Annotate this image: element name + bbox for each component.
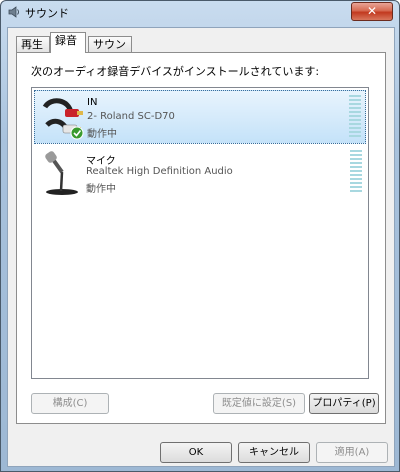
tab-sounds[interactable]: サウンド xyxy=(88,36,132,67)
title-bar[interactable]: サウンド ✕ xyxy=(1,1,399,23)
device-description: Realtek High Definition Audio xyxy=(86,166,233,177)
level-meter xyxy=(349,95,361,137)
microphone-icon xyxy=(45,151,78,195)
rca-cable-icon xyxy=(42,98,84,140)
device-name: IN xyxy=(87,97,98,108)
device-status: 動作中 xyxy=(87,129,117,140)
cancel-button[interactable]: キャンセル xyxy=(238,442,310,463)
device-item-in[interactable]: IN 2- Roland SC-D70 動作中 xyxy=(34,90,366,144)
device-name: マイク xyxy=(86,156,116,167)
device-item-microphone[interactable]: マイク Realtek High Definition Audio 動作中 xyxy=(34,146,366,200)
apply-button[interactable]: 適用(A) xyxy=(316,442,388,463)
panel-instruction: 次のオーディオ録音デバイスがインストールされています: xyxy=(31,65,320,78)
level-meter xyxy=(350,150,362,192)
speaker-icon xyxy=(8,6,19,18)
window-title: サウンド xyxy=(25,7,69,20)
configure-button[interactable]: 構成(C) xyxy=(31,393,109,414)
tab-recording[interactable]: 録音 xyxy=(50,32,86,53)
set-default-button[interactable]: 既定値に設定(S) xyxy=(213,393,305,414)
dialog-client: 再生 録音 サウンド 次のオーディオ録音デバイスがインストールされています: xyxy=(7,27,395,467)
ok-button[interactable]: OK xyxy=(160,442,232,463)
recording-panel: 次のオーディオ録音デバイスがインストールされています: IN 2- Roland… xyxy=(16,52,386,424)
close-button[interactable]: ✕ xyxy=(351,2,393,21)
device-status: 動作中 xyxy=(86,184,116,195)
sound-dialog: サウンド ✕ 再生 録音 サウンド 次のオーディオ録音デバイスがインストールされ… xyxy=(0,0,400,472)
close-icon: ✕ xyxy=(366,4,378,18)
device-list[interactable]: IN 2- Roland SC-D70 動作中 マイク Realtek High… xyxy=(31,87,369,379)
device-description: 2- Roland SC-D70 xyxy=(87,111,175,122)
properties-button[interactable]: プロパティ(P) xyxy=(309,393,379,414)
tab-playback[interactable]: 再生 xyxy=(16,36,50,52)
